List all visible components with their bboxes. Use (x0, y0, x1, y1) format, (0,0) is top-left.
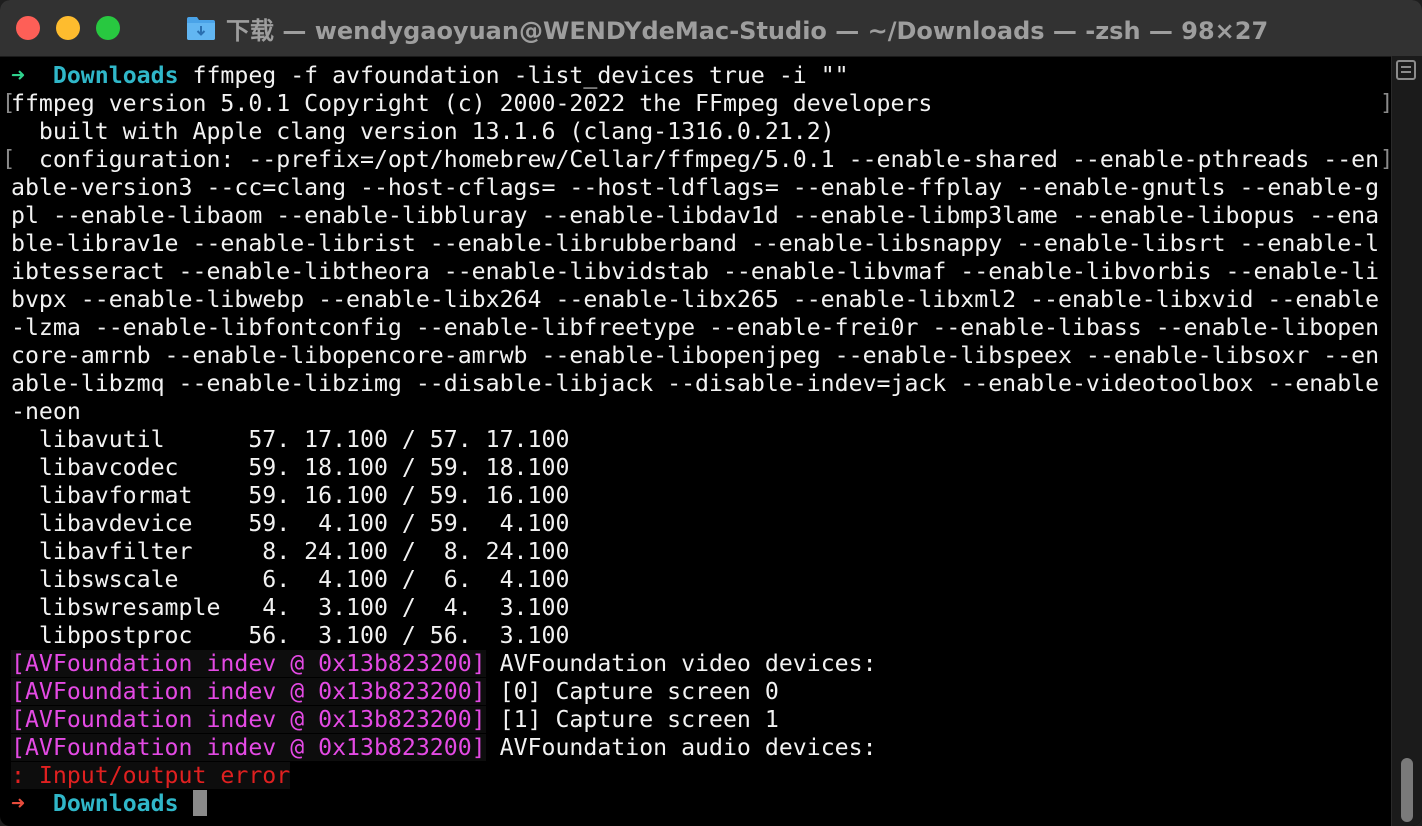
prompt-arrow-icon: ➜ (11, 62, 25, 89)
output-line: configuration: --prefix=/opt/homebrew/Ce… (11, 146, 1380, 173)
av-log-message: [1] Capture screen 1 (485, 706, 779, 733)
window-title-group: 下载 — wendygaoyuan@WENDYdeMac-Studio — ~/… (186, 12, 1269, 45)
output-line: libavcodec 59. 18.100 / 59. 18.100 (11, 454, 570, 481)
output-line: ffmpeg version 5.0.1 Copyright (c) 2000-… (11, 90, 933, 117)
output-line: -lzma --enable-libfontconfig --enable-li… (11, 314, 1380, 341)
current-prompt-line: ➜ Downloads (11, 790, 207, 818)
command-text: ffmpeg -f avfoundation -list_devices tru… (178, 62, 849, 89)
text-cursor[interactable] (192, 790, 207, 816)
prompt-arrow-icon: ➜ (11, 790, 25, 817)
output-line: libavformat 59. 16.100 / 59. 16.100 (11, 482, 570, 509)
output-line: libswscale 6. 4.100 / 6. 4.100 (11, 566, 570, 593)
title-bar[interactable]: 下载 — wendygaoyuan@WENDYdeMac-Studio — ~/… (0, 0, 1422, 57)
zoom-button[interactable] (96, 16, 120, 40)
av-log-line: [AVFoundation indev @ 0x13b823200] AVFou… (11, 650, 877, 678)
av-log-prefix: [AVFoundation indev @ 0x13b823200] (11, 650, 486, 677)
av-log-line: [AVFoundation indev @ 0x13b823200] AVFou… (11, 734, 877, 762)
folder-icon (186, 15, 216, 41)
window-title: 下载 — wendygaoyuan@WENDYdeMac-Studio — ~/… (226, 16, 1269, 45)
av-log-line: [AVFoundation indev @ 0x13b823200] [0] C… (11, 678, 779, 706)
output-line: built with Apple clang version 13.1.6 (c… (11, 118, 835, 145)
output-line: bvpx --enable-libwebp --enable-libx264 -… (11, 286, 1380, 313)
error-line: : Input/output error (11, 762, 291, 790)
av-log-message: AVFoundation video devices: (485, 650, 877, 677)
output-line: libavdevice 59. 4.100 / 59. 4.100 (11, 510, 570, 537)
terminal-output[interactable]: ➜ Downloads ffmpeg -f avfoundation -list… (0, 60, 1393, 826)
vertical-scrollbar[interactable] (1391, 56, 1422, 826)
scroll-thumb[interactable] (1401, 758, 1413, 822)
av-log-prefix: [AVFoundation indev @ 0x13b823200] (11, 706, 486, 733)
split-pane-icon[interactable] (1396, 60, 1416, 80)
output-line: libswresample 4. 3.100 / 4. 3.100 (11, 594, 570, 621)
av-log-message: AVFoundation audio devices: (485, 734, 877, 761)
output-line: pl --enable-libaom --enable-libbluray --… (11, 202, 1380, 229)
output-line: libpostproc 56. 3.100 / 56. 3.100 (11, 622, 570, 649)
av-log-message: [0] Capture screen 0 (485, 678, 779, 705)
output-line: ble-librav1e --enable-librist --enable-l… (11, 230, 1380, 257)
minimize-button[interactable] (56, 16, 80, 40)
av-log-line: [AVFoundation indev @ 0x13b823200] [1] C… (11, 706, 779, 734)
output-line: able-libzmq --enable-libzimg --disable-l… (11, 370, 1380, 397)
av-log-prefix: [AVFoundation indev @ 0x13b823200] (11, 678, 486, 705)
output-line: libavutil 57. 17.100 / 57. 17.100 (11, 426, 570, 453)
output-line: -neon (11, 398, 81, 425)
close-button[interactable] (16, 16, 40, 40)
av-log-prefix: [AVFoundation indev @ 0x13b823200] (11, 734, 486, 761)
output-line: libavfilter 8. 24.100 / 8. 24.100 (11, 538, 570, 565)
terminal-window: 下载 — wendygaoyuan@WENDYdeMac-Studio — ~/… (0, 0, 1422, 826)
prompt-directory: Downloads (52, 62, 179, 89)
output-line: core-amrnb --enable-libopencore-amrwb --… (11, 342, 1380, 369)
output-line: ibtesseract --enable-libtheora --enable-… (11, 258, 1380, 285)
command-line: ➜ Downloads ffmpeg -f avfoundation -list… (11, 62, 849, 90)
error-message: : Input/output error (11, 762, 291, 789)
prompt-directory: Downloads (52, 790, 179, 817)
output-line: able-version3 --cc=clang --host-cflags= … (11, 174, 1380, 201)
